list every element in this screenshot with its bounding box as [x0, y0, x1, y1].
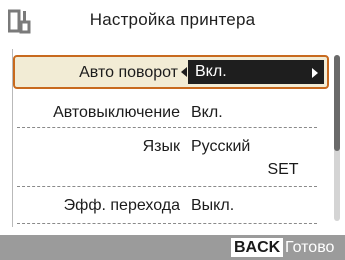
setting-label: Авто поворот [79, 64, 178, 81]
setting-label: Эфф. перехода [63, 197, 180, 214]
back-button[interactable]: BACK [231, 238, 284, 257]
setting-value: Вкл. [191, 104, 223, 121]
setting-row-auto-rotate[interactable]: Авто поворот Вкл. [13, 55, 329, 89]
scroll-thumb[interactable] [334, 55, 340, 151]
setting-label: Автовыключение [53, 104, 180, 121]
printer-settings-screen: Настройка принтера Авто поворот Вкл. Авт… [0, 0, 345, 260]
arrow-left-icon[interactable] [181, 67, 187, 77]
page-title: Настройка принтера [89, 10, 256, 29]
row-divider [17, 186, 317, 187]
setting-value: Выкл. [191, 197, 235, 214]
setting-value-selector[interactable]: Вкл. [188, 60, 324, 84]
set-button[interactable]: SET [256, 158, 310, 182]
footer-bar: BACK Готово [0, 235, 345, 260]
scrollbar[interactable] [334, 55, 340, 221]
settings-list: Авто поворот Вкл. Автовыключение Вкл. Яз… [12, 49, 331, 227]
arrow-right-icon[interactable] [312, 68, 318, 78]
setting-value: Вкл. [195, 63, 227, 80]
row-divider [17, 127, 317, 128]
setting-label: Язык [142, 138, 180, 155]
setting-value: Русский [191, 138, 251, 155]
back-hint: Готово [285, 239, 335, 256]
setting-row-transition-effect[interactable]: Эфф. перехода Выкл. [13, 188, 331, 226]
header: Настройка принтера [0, 0, 345, 46]
row-divider [17, 223, 317, 224]
